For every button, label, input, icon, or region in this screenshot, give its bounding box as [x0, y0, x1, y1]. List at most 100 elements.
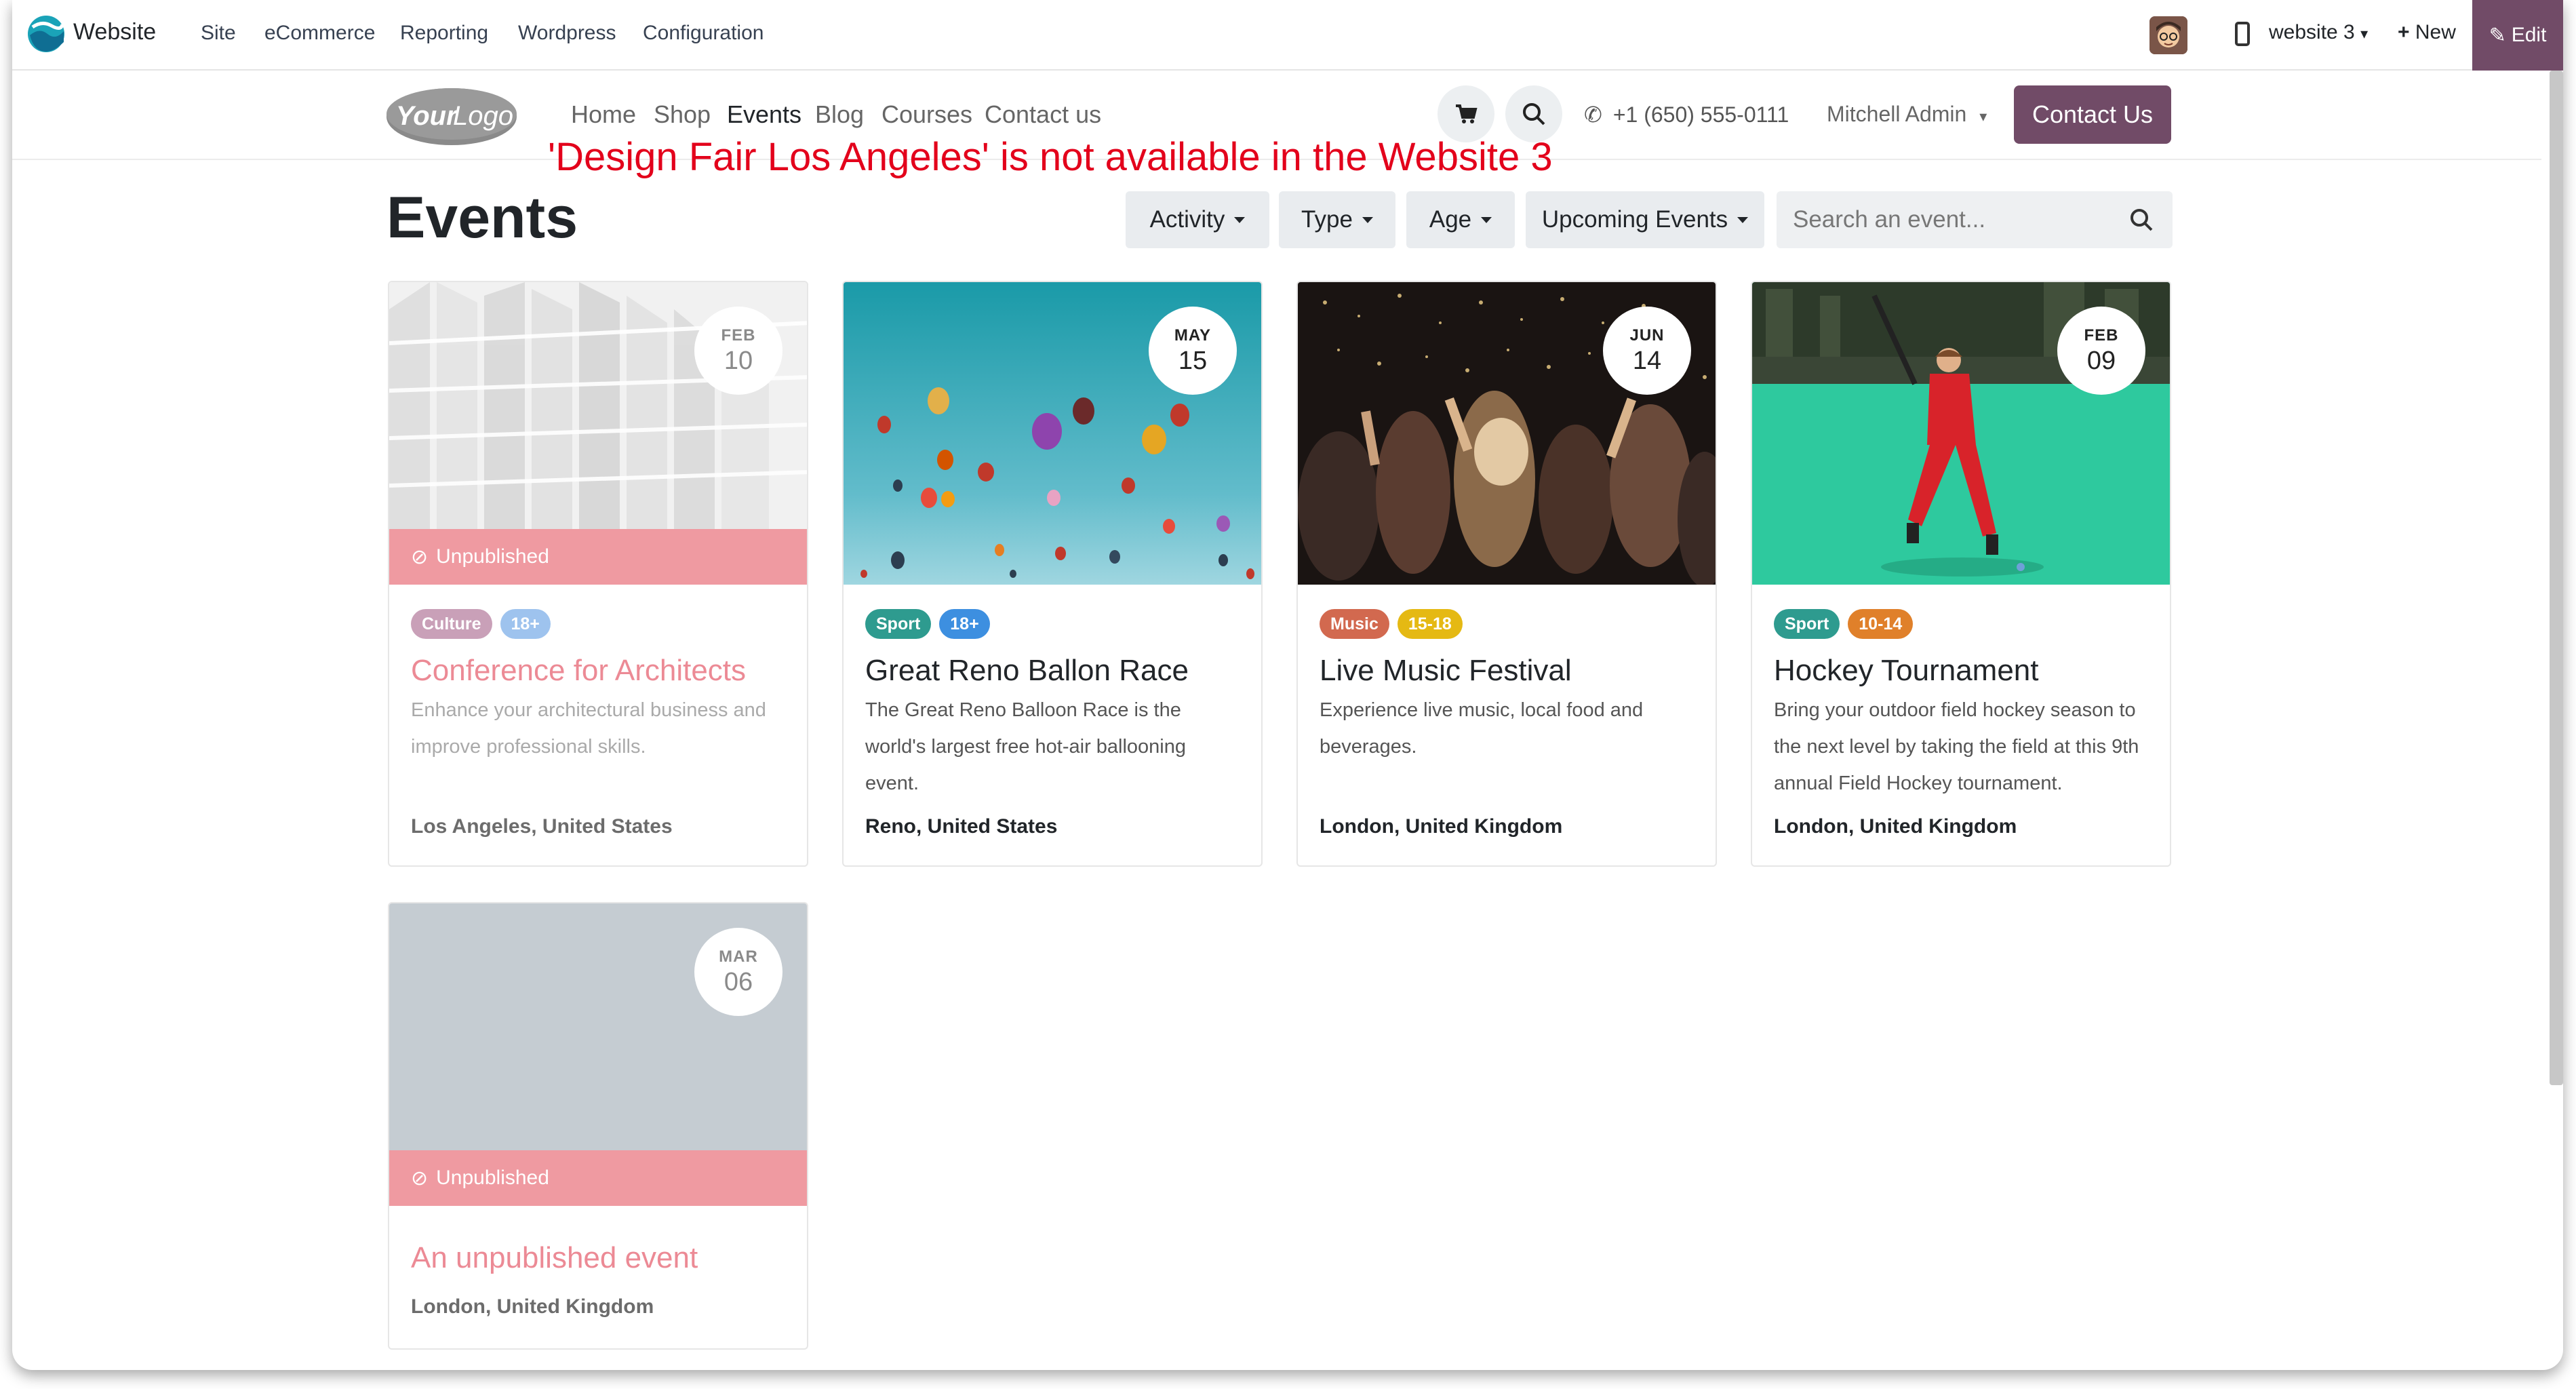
- contact-us-button[interactable]: Contact Us: [2014, 85, 2171, 144]
- menu-wordpress[interactable]: Wordpress: [518, 22, 616, 45]
- date-day: 06: [724, 967, 753, 996]
- user-avatar[interactable]: [2149, 16, 2187, 54]
- menu-reporting[interactable]: Reporting: [400, 22, 488, 45]
- page-title: Events: [387, 185, 578, 250]
- phone-icon: ✆: [1584, 102, 1602, 127]
- tag-badge: 18+: [500, 609, 551, 639]
- event-card[interactable]: JUN 14 Music 15-18 Live Music Festival E…: [1296, 281, 1717, 867]
- nav-events[interactable]: Events: [727, 100, 801, 129]
- date-day: 09: [2086, 346, 2116, 375]
- tag-badge: 18+: [939, 609, 990, 639]
- website-app-icon[interactable]: [27, 15, 65, 53]
- date-badge: FEB 10: [694, 307, 782, 395]
- event-location: London, United Kingdom: [1320, 815, 1563, 838]
- ban-icon: ⊘: [411, 545, 429, 568]
- filter-type-label: Type: [1301, 206, 1353, 233]
- event-description: The Great Reno Balloon Race is the world…: [865, 699, 1187, 794]
- event-description: Experience live music, local food and be…: [1320, 699, 1644, 758]
- filter-type[interactable]: Type: [1279, 191, 1395, 248]
- new-button[interactable]: + New: [2398, 21, 2456, 44]
- user-menu[interactable]: Mitchell Admin ▾: [1827, 102, 1987, 127]
- tag-badge: Culture: [411, 609, 492, 639]
- event-tags: Culture 18+: [411, 609, 551, 639]
- edit-button[interactable]: ✎ Edit: [2472, 0, 2563, 71]
- tag-badge: Sport: [865, 609, 932, 639]
- date-month: JUN: [1629, 326, 1665, 345]
- caret-down-icon: [1234, 216, 1246, 223]
- website-switcher[interactable]: website 3 ▾: [2269, 21, 2368, 44]
- plus-icon: +: [2398, 21, 2410, 43]
- filter-age[interactable]: Age: [1406, 191, 1515, 248]
- event-search: [1777, 191, 2173, 248]
- cart-icon: [1456, 104, 1478, 123]
- tag-badge: Sport: [1774, 609, 1840, 639]
- menu-configuration[interactable]: Configuration: [643, 22, 764, 45]
- date-month: MAY: [1174, 326, 1212, 345]
- event-description: Bring your outdoor field hockey season t…: [1774, 699, 2139, 794]
- nav-courses[interactable]: Courses: [881, 100, 972, 129]
- mobile-preview-icon[interactable]: [2235, 22, 2250, 46]
- caret-down-icon: [1737, 216, 1749, 223]
- tag-badge: 10-14: [1848, 609, 1914, 639]
- date-day: 10: [724, 346, 753, 375]
- filter-upcoming-label: Upcoming Events: [1541, 206, 1728, 233]
- filter-upcoming-events[interactable]: Upcoming Events: [1526, 191, 1764, 248]
- search-icon: [1523, 103, 1545, 125]
- svg-text:Logo: Logo: [453, 101, 513, 131]
- search-icon[interactable]: [2129, 208, 2154, 232]
- odoo-topbar: Website Site eCommerce Reporting Wordpre…: [12, 0, 2563, 71]
- chevron-down-icon: ▾: [1979, 108, 1987, 125]
- filter-activity-label: Activity: [1149, 206, 1225, 233]
- unpublished-label: Unpublished: [436, 545, 549, 568]
- event-location: Los Angeles, United States: [411, 815, 673, 838]
- date-badge: JUN 14: [1603, 307, 1691, 395]
- event-location: London, United Kingdom: [1774, 815, 2017, 838]
- date-month: FEB: [721, 326, 756, 345]
- unpublished-ribbon: ⊘ Unpublished: [389, 529, 807, 585]
- ban-icon: ⊘: [411, 1167, 429, 1190]
- phone-number: +1 (650) 555-0111: [1612, 102, 1789, 127]
- event-card[interactable]: FEB 10 ⊘ Unpublished Culture 18+ Confere…: [388, 281, 808, 867]
- filter-activity[interactable]: Activity: [1126, 191, 1269, 248]
- nav-contact-us[interactable]: Contact us: [985, 100, 1101, 129]
- header-phone[interactable]: ✆ +1 (650) 555-0111: [1584, 102, 1789, 128]
- nav-blog[interactable]: Blog: [815, 100, 864, 129]
- browser-frame: Website Site eCommerce Reporting Wordpre…: [12, 0, 2563, 1370]
- caret-down-icon: [1481, 216, 1492, 223]
- edit-button-label: Edit: [2511, 24, 2547, 46]
- event-location: Reno, United States: [865, 815, 1058, 838]
- event-location: London, United Kingdom: [411, 1295, 654, 1318]
- nav-home[interactable]: Home: [571, 100, 636, 129]
- date-month: FEB: [2084, 326, 2119, 345]
- event-title[interactable]: Conference for Architects: [411, 654, 746, 688]
- caret-down-icon: [1362, 216, 1373, 223]
- event-tags: Music 15-18: [1320, 609, 1463, 639]
- menu-ecommerce[interactable]: eCommerce: [264, 22, 375, 45]
- date-badge: MAY 15: [1149, 307, 1237, 395]
- event-tags: Sport 10-14: [1774, 609, 1914, 639]
- event-title[interactable]: Live Music Festival: [1320, 654, 1572, 688]
- unpublished-ribbon: ⊘ Unpublished: [389, 1150, 807, 1206]
- website-switcher-label: website 3: [2269, 21, 2355, 43]
- event-title[interactable]: Hockey Tournament: [1774, 654, 2039, 688]
- new-button-label: New: [2415, 21, 2456, 43]
- page-scrollbar[interactable]: [2550, 71, 2563, 1085]
- date-month: MAR: [719, 947, 758, 966]
- event-title[interactable]: An unpublished event: [411, 1241, 698, 1275]
- app-name[interactable]: Website: [73, 19, 156, 45]
- filter-age-label: Age: [1429, 206, 1472, 233]
- event-card[interactable]: MAY 15 Sport 18+ Great Reno Ballon Race …: [842, 281, 1263, 867]
- availability-warning: 'Design Fair Los Angeles' is not availab…: [548, 135, 1553, 179]
- svg-text:Your: Your: [396, 101, 458, 131]
- site-logo[interactable]: Your Logo: [385, 85, 518, 148]
- date-badge: FEB 09: [2057, 307, 2145, 395]
- nav-shop[interactable]: Shop: [654, 100, 711, 129]
- unpublished-label: Unpublished: [436, 1167, 549, 1189]
- pencil-icon: ✎: [2489, 24, 2506, 47]
- menu-site[interactable]: Site: [201, 22, 236, 45]
- event-search-input[interactable]: [1777, 191, 2116, 248]
- event-card[interactable]: MAR 06 ⊘ Unpublished An unpublished even…: [388, 902, 808, 1350]
- event-card[interactable]: FEB 09 Sport 10-14 Hockey Tournament Bri…: [1751, 281, 2171, 867]
- date-badge: MAR 06: [694, 928, 782, 1016]
- event-title[interactable]: Great Reno Ballon Race: [865, 654, 1189, 688]
